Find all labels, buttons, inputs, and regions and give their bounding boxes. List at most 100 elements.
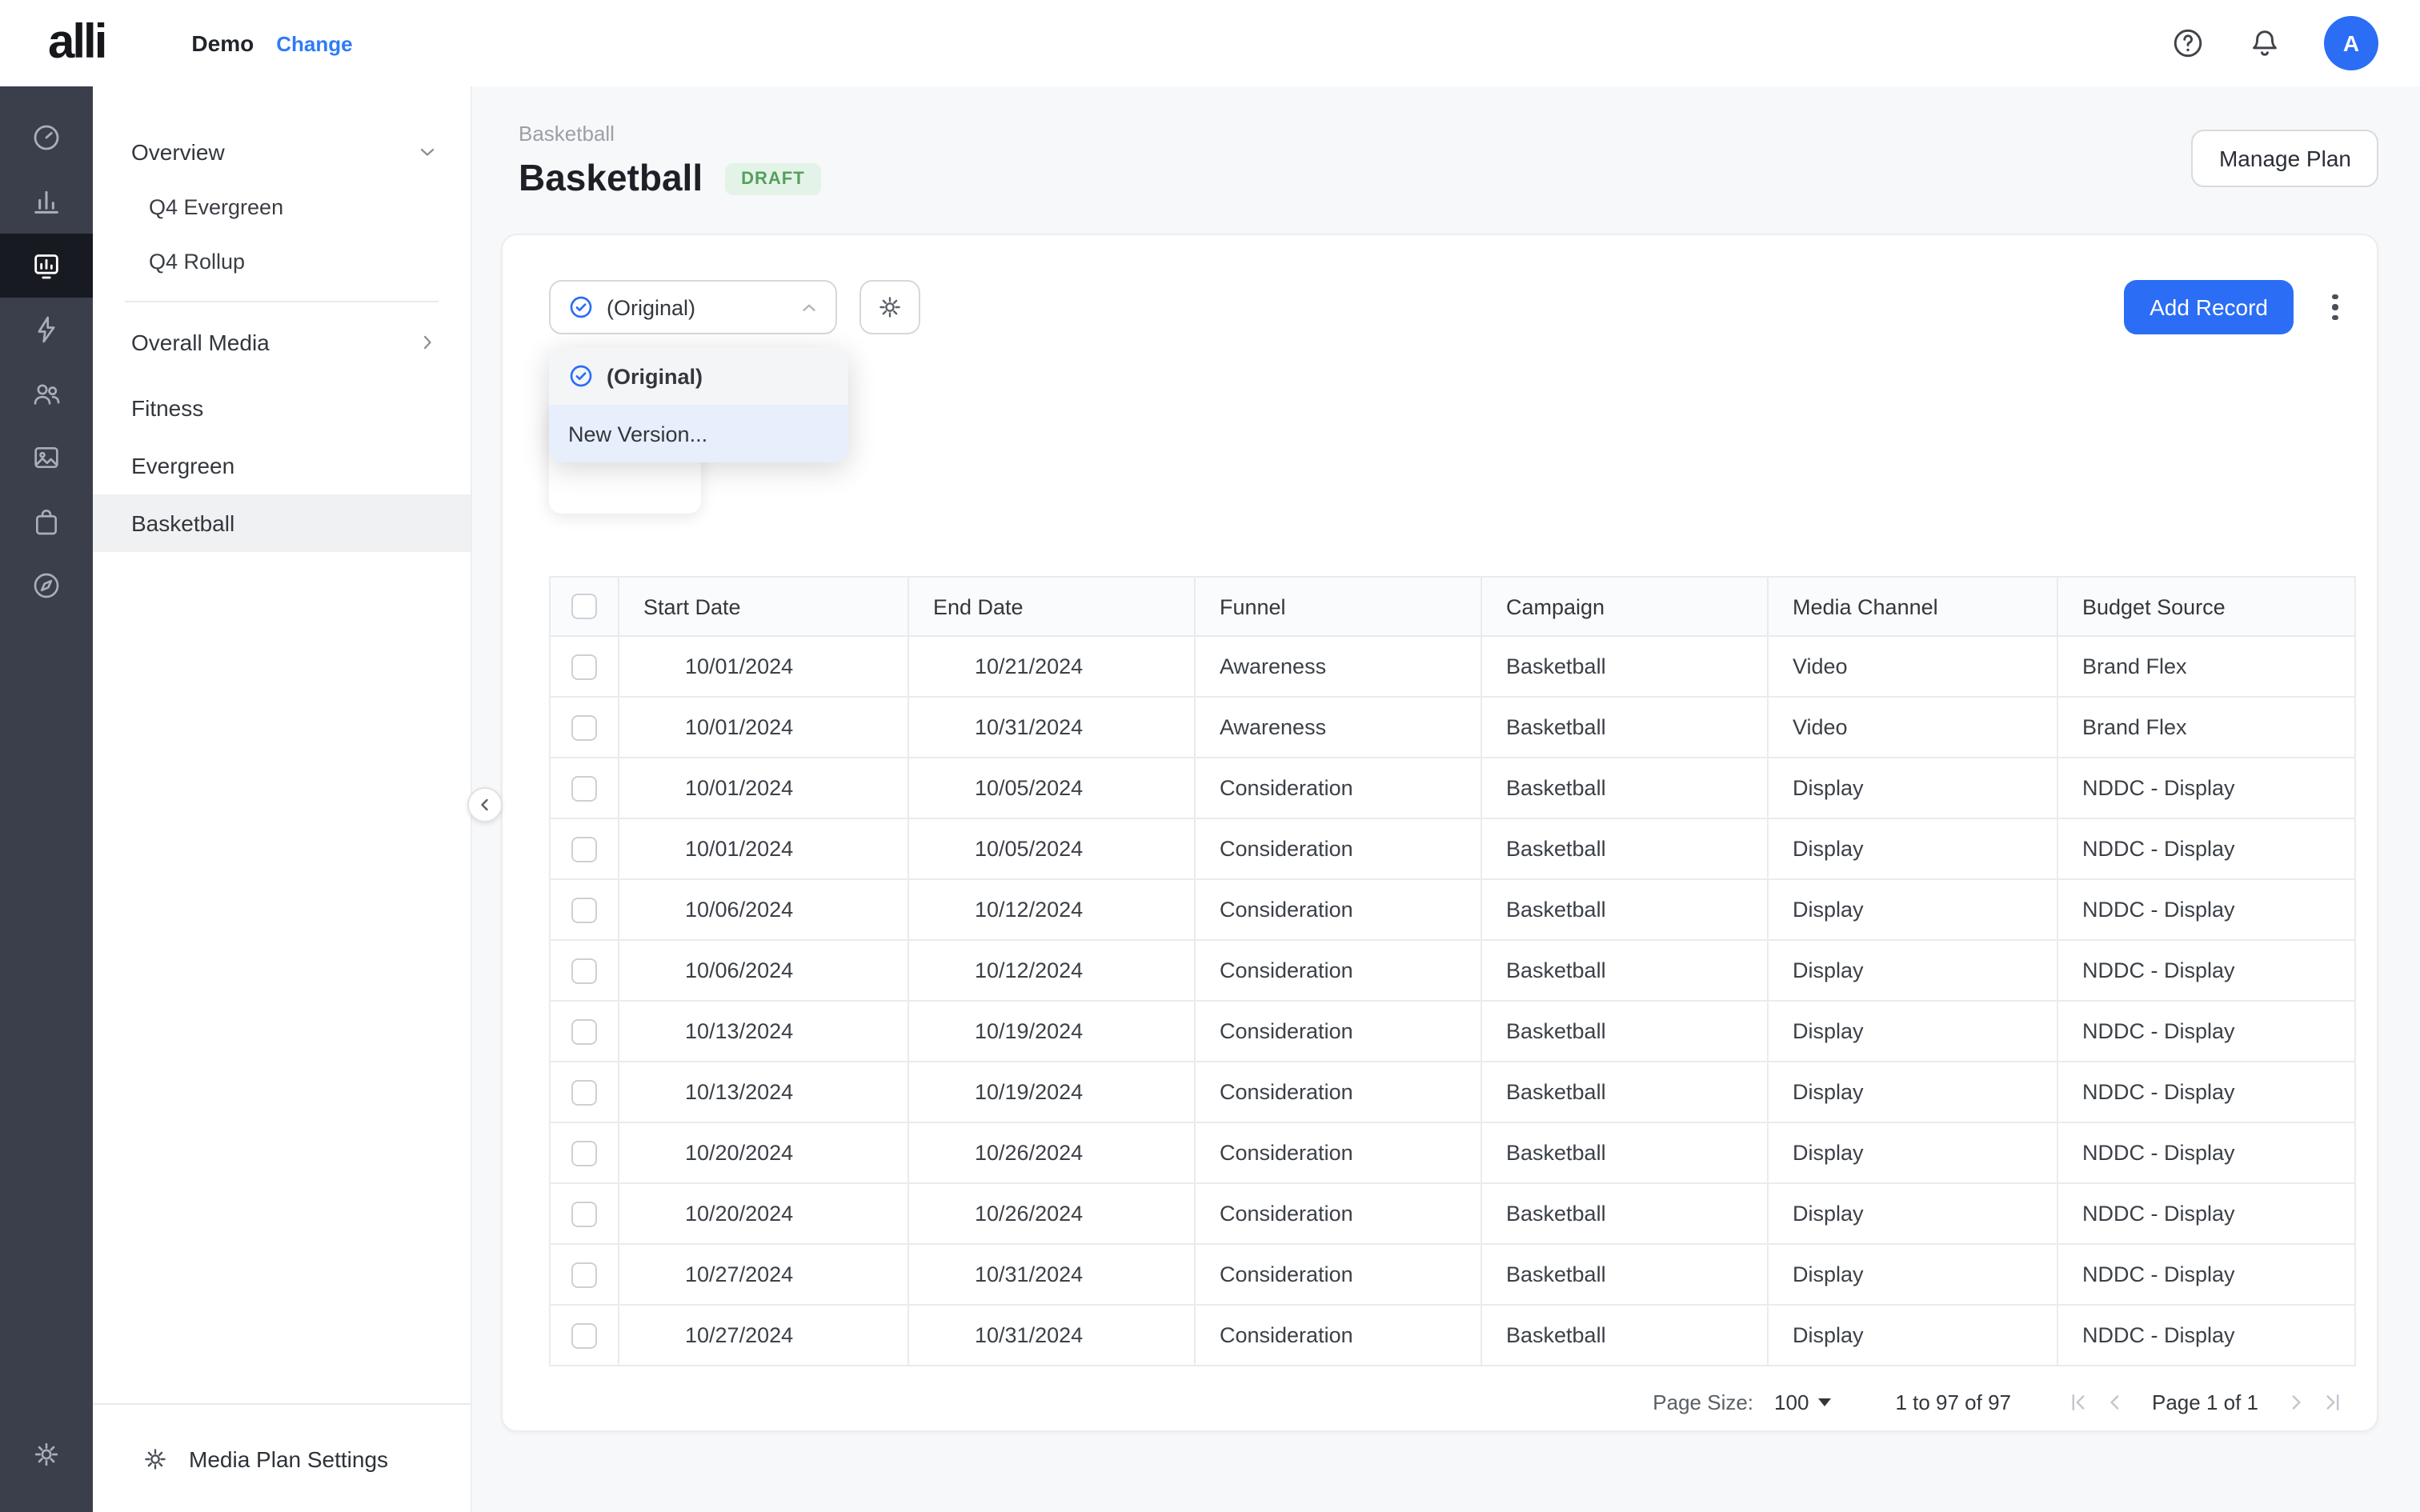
help-icon[interactable]	[2170, 26, 2206, 61]
table-row: 10/01/2024 10/05/2024 Consideration Bask…	[550, 818, 2355, 879]
row-checkbox[interactable]	[571, 1018, 597, 1044]
sidebar-collapse-button[interactable]	[467, 787, 503, 822]
row-checkbox[interactable]	[571, 897, 597, 922]
cell-campaign: Basketball	[1481, 758, 1768, 818]
sidebar-item-overview[interactable]: Overview	[93, 125, 471, 179]
next-page-icon[interactable]	[2284, 1390, 2308, 1414]
creative-image-icon[interactable]	[0, 426, 93, 490]
audiences-people-icon[interactable]	[0, 362, 93, 426]
cell-funnel: Awareness	[1195, 636, 1481, 697]
change-workspace-link[interactable]: Change	[276, 32, 352, 56]
version-select-value: (Original)	[607, 295, 786, 319]
row-checkbox[interactable]	[571, 1322, 597, 1348]
cell-campaign: Basketball	[1481, 1062, 1768, 1122]
cell-budget-source: NDDC - Display	[2057, 1001, 2355, 1062]
table-row: 10/06/2024 10/12/2024 Consideration Bask…	[550, 940, 2355, 1001]
sidebar-divider	[125, 301, 439, 302]
last-page-icon[interactable]	[2321, 1390, 2345, 1414]
cell-campaign: Basketball	[1481, 636, 1768, 697]
cell-end-date: 10/05/2024	[908, 758, 1195, 818]
table-row: 10/01/2024 10/05/2024 Consideration Bask…	[550, 758, 2355, 818]
page-size-value: 100	[1774, 1390, 1809, 1414]
manage-plan-button[interactable]: Manage Plan	[2192, 130, 2378, 187]
row-checkbox[interactable]	[571, 1079, 597, 1105]
notifications-bell-icon[interactable]	[2247, 26, 2282, 61]
admin-settings-gear-icon[interactable]	[0, 1422, 93, 1486]
media-plan-settings-label: Media Plan Settings	[189, 1446, 388, 1471]
cell-funnel: Consideration	[1195, 1305, 1481, 1366]
row-range-text: 1 to 97 of 97	[1895, 1390, 2011, 1414]
cell-campaign: Basketball	[1481, 1122, 1768, 1183]
plan-card: (Original) Add Record	[501, 234, 2378, 1432]
version-option-new-version[interactable]: New Version...	[549, 405, 848, 462]
cell-end-date: 10/31/2024	[908, 697, 1195, 758]
row-checkbox[interactable]	[571, 654, 597, 679]
cell-end-date: 10/26/2024	[908, 1183, 1195, 1244]
cell-budget-source: NDDC - Display	[2057, 879, 2355, 940]
cell-start-date: 10/27/2024	[619, 1244, 908, 1305]
cell-start-date: 10/01/2024	[619, 818, 908, 879]
cell-funnel: Consideration	[1195, 1183, 1481, 1244]
media-plan-icon[interactable]	[0, 234, 93, 298]
table-header-row: Start Date End Date Funnel Campaign Medi…	[550, 577, 2355, 636]
prev-page-icon[interactable]	[2102, 1390, 2126, 1414]
cell-media-channel: Video	[1768, 636, 2057, 697]
cell-funnel: Consideration	[1195, 1244, 1481, 1305]
workspace-switcher: Demo Change	[191, 30, 352, 56]
table-row: 10/27/2024 10/31/2024 Consideration Bask…	[550, 1305, 2355, 1366]
user-avatar[interactable]: A	[2324, 16, 2378, 70]
sidebar-item-evergreen[interactable]: Evergreen	[93, 437, 471, 494]
row-checkbox[interactable]	[571, 1262, 597, 1287]
cell-funnel: Consideration	[1195, 940, 1481, 1001]
records-table: Start Date End Date Funnel Campaign Medi…	[549, 576, 2354, 1366]
row-checkbox[interactable]	[571, 958, 597, 983]
explore-compass-icon[interactable]	[0, 554, 93, 618]
row-checkbox[interactable]	[571, 714, 597, 740]
sidebar-item-q4-evergreen[interactable]: Q4 Evergreen	[93, 179, 471, 234]
cell-funnel: Consideration	[1195, 1122, 1481, 1183]
page-size-select[interactable]: 100	[1774, 1390, 1831, 1414]
sidebar-item-fitness[interactable]: Fitness	[93, 379, 471, 437]
cell-budget-source: NDDC - Display	[2057, 1305, 2355, 1366]
row-checkbox[interactable]	[571, 1201, 597, 1226]
page-header: Basketball Basketball DRAFT Manage Plan	[472, 86, 2420, 200]
cell-campaign: Basketball	[1481, 1183, 1768, 1244]
cell-start-date: 10/01/2024	[619, 697, 908, 758]
sidebar-item-q4-rollup[interactable]: Q4 Rollup	[93, 234, 471, 288]
row-checkbox[interactable]	[571, 1140, 597, 1166]
cell-end-date: 10/12/2024	[908, 940, 1195, 1001]
bar-chart-icon[interactable]	[0, 170, 93, 234]
row-checkbox-cell	[550, 1183, 619, 1244]
cell-end-date: 10/19/2024	[908, 1001, 1195, 1062]
version-option-original[interactable]: (Original)	[549, 347, 848, 405]
select-all-cell	[550, 577, 619, 636]
row-checkbox[interactable]	[571, 836, 597, 862]
add-record-button[interactable]: Add Record	[2124, 280, 2294, 334]
cell-media-channel: Display	[1768, 1183, 2057, 1244]
row-checkbox-cell	[550, 1001, 619, 1062]
cell-end-date: 10/12/2024	[908, 879, 1195, 940]
sidebar-item-basketball[interactable]: Basketball	[93, 494, 471, 552]
automation-lightning-icon[interactable]	[0, 298, 93, 362]
sidebar-item-overall-media[interactable]: Overall Media	[93, 315, 471, 370]
chevron-up-icon	[799, 297, 819, 318]
version-select[interactable]: (Original)	[549, 280, 837, 334]
cell-end-date: 10/31/2024	[908, 1305, 1195, 1366]
cell-funnel: Consideration	[1195, 1001, 1481, 1062]
cell-campaign: Basketball	[1481, 879, 1768, 940]
table-settings-button[interactable]	[859, 280, 920, 334]
cell-budget-source: NDDC - Display	[2057, 1122, 2355, 1183]
pagination: Page 1 of 1	[2065, 1390, 2345, 1414]
table-row: 10/06/2024 10/12/2024 Consideration Bask…	[550, 879, 2355, 940]
media-plan-settings-button[interactable]: Media Plan Settings	[93, 1403, 471, 1512]
row-checkbox[interactable]	[571, 775, 597, 801]
more-options-kebab-icon[interactable]	[2319, 286, 2351, 328]
first-page-icon[interactable]	[2065, 1390, 2089, 1414]
row-checkbox-cell	[550, 758, 619, 818]
select-all-checkbox[interactable]	[571, 594, 597, 619]
commerce-bag-icon[interactable]	[0, 490, 93, 554]
cell-funnel: Consideration	[1195, 1062, 1481, 1122]
cell-budget-source: NDDC - Display	[2057, 1244, 2355, 1305]
dashboard-icon[interactable]	[0, 106, 93, 170]
cell-end-date: 10/05/2024	[908, 818, 1195, 879]
